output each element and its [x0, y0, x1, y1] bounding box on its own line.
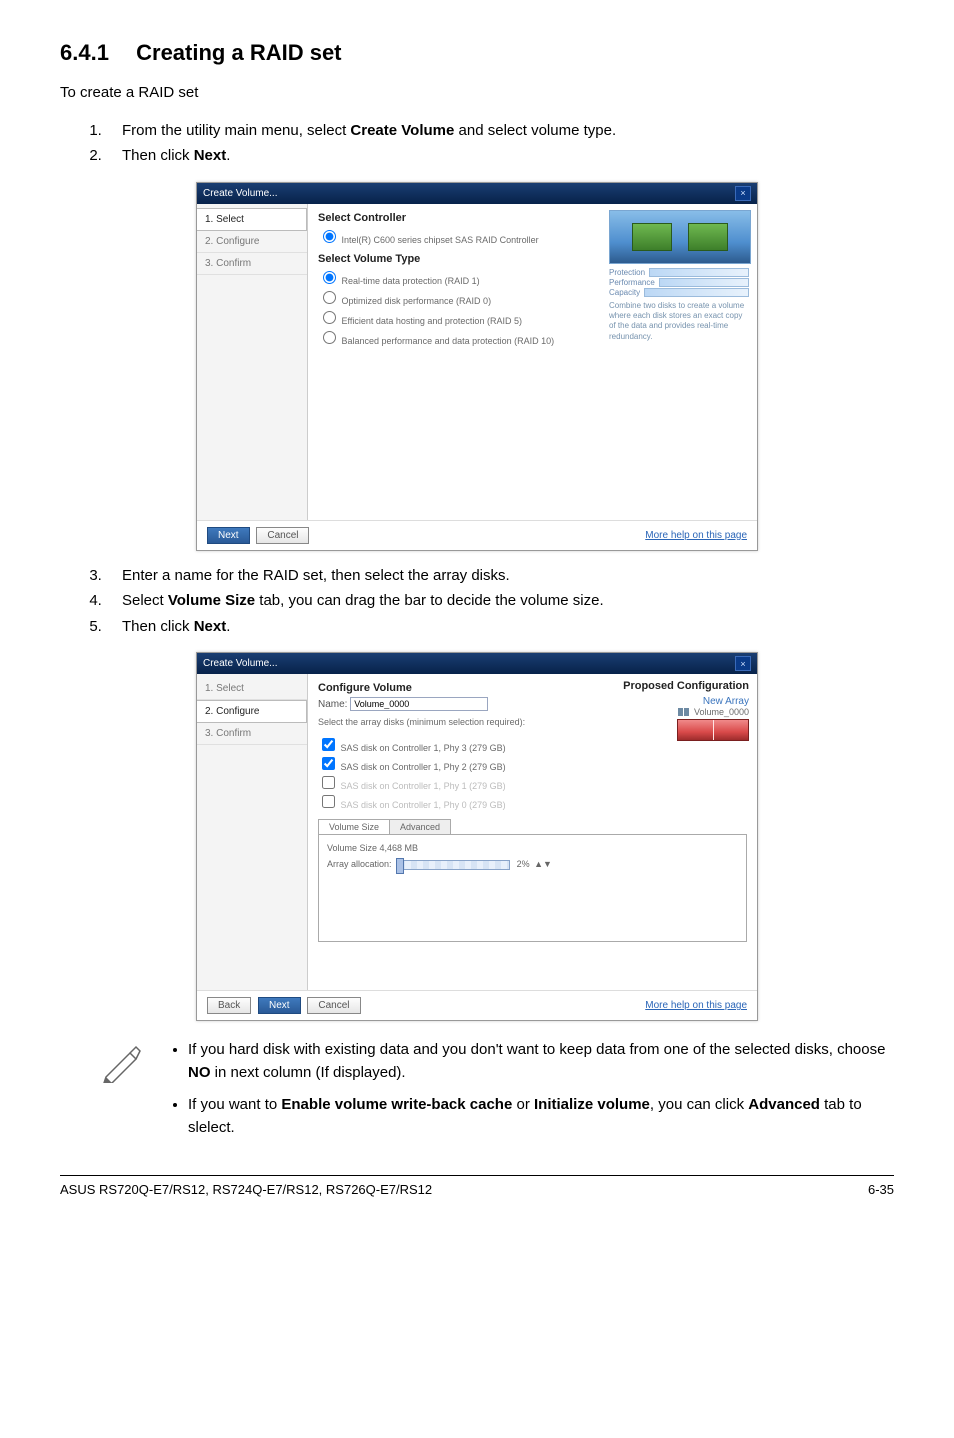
- allocation-slider[interactable]: [398, 860, 510, 870]
- dialog-titlebar: Create Volume... ×: [197, 183, 757, 204]
- step-3: Enter a name for the RAID set, then sele…: [106, 565, 894, 588]
- note-item: If you hard disk with existing data and …: [188, 1039, 894, 1084]
- dialog-content: Select Controller Intel(R) C600 series c…: [308, 204, 757, 520]
- wizard-step-select[interactable]: 1. Select: [197, 208, 307, 231]
- capacity-label: Capacity: [609, 288, 640, 297]
- stepper-icon[interactable]: ▲▼: [534, 859, 552, 869]
- help-link[interactable]: More help on this page: [645, 530, 747, 541]
- disk-list: SAS disk on Controller 1, Phy 3 (279 GB)…: [318, 735, 747, 811]
- step-1: From the utility main menu, select Creat…: [106, 120, 894, 143]
- allocation-percent: 2%: [517, 859, 530, 869]
- volume-type-preview: Protection Performance Capacity Combine …: [609, 210, 749, 343]
- back-button[interactable]: Back: [207, 997, 251, 1014]
- create-volume-dialog-1: Create Volume... × 1. Select 2. Configur…: [196, 182, 758, 551]
- next-button[interactable]: Next: [207, 527, 250, 544]
- steps-list-b: Enter a name for the RAID set, then sele…: [60, 565, 894, 639]
- disk-option[interactable]: SAS disk on Controller 1, Phy 0 (279 GB): [318, 792, 747, 811]
- cancel-button[interactable]: Cancel: [256, 527, 309, 544]
- wizard-step-confirm: 3. Confirm: [197, 253, 307, 275]
- wizard-steps: 1. Select 2. Configure 3. Confirm: [197, 674, 308, 990]
- note-block: If you hard disk with existing data and …: [100, 1039, 894, 1149]
- wizard-step-configure[interactable]: 2. Configure: [197, 700, 307, 723]
- new-array-label: New Array: [609, 696, 749, 707]
- wizard-step-confirm: 3. Confirm: [197, 723, 307, 745]
- wizard-steps: 1. Select 2. Configure 3. Confirm: [197, 204, 308, 520]
- protection-label: Protection: [609, 268, 645, 277]
- heading-number: 6.4.1: [60, 40, 130, 66]
- wizard-step-select: 1. Select: [197, 678, 307, 700]
- raid-diagram-image: [609, 210, 751, 264]
- footer-model: ASUS RS720Q-E7/RS12, RS724Q-E7/RS12, RS7…: [60, 1182, 432, 1197]
- close-icon[interactable]: ×: [735, 656, 751, 671]
- disk-option[interactable]: SAS disk on Controller 1, Phy 1 (279 GB): [318, 773, 747, 792]
- raid-strip-graphic: [677, 719, 749, 741]
- proposed-volume-name: Volume_0000: [694, 707, 749, 717]
- proposed-config-title: Proposed Configuration: [609, 680, 749, 692]
- volume-size-label: Volume Size 4,468 MB: [327, 843, 738, 853]
- disk-option[interactable]: SAS disk on Controller 1, Phy 2 (279 GB): [318, 754, 747, 773]
- proposed-configuration: Proposed Configuration New Array Volume_…: [609, 680, 749, 741]
- heading-title: Creating a RAID set: [136, 40, 341, 65]
- wizard-step-configure: 2. Configure: [197, 231, 307, 253]
- pencil-icon: [100, 1039, 144, 1083]
- dialog-titlebar: Create Volume... ×: [197, 653, 757, 674]
- create-volume-dialog-2: Create Volume... × 1. Select 2. Configur…: [196, 652, 758, 1021]
- cancel-button[interactable]: Cancel: [307, 997, 360, 1014]
- name-label: Name:: [318, 699, 347, 710]
- section-heading: 6.4.1 Creating a RAID set: [60, 40, 894, 66]
- note-item: If you want to Enable volume write-back …: [188, 1094, 894, 1139]
- close-icon[interactable]: ×: [735, 186, 751, 201]
- performance-bar: [659, 278, 749, 287]
- raid-description: Combine two disks to create a volume whe…: [609, 301, 749, 343]
- page-footer: ASUS RS720Q-E7/RS12, RS724Q-E7/RS12, RS7…: [60, 1175, 894, 1197]
- volume-size-pane: Volume Size 4,468 MB Array allocation: 2…: [318, 834, 747, 942]
- tab-volume-size[interactable]: Volume Size: [318, 819, 390, 834]
- help-link[interactable]: More help on this page: [645, 1000, 747, 1011]
- array-allocation-label: Array allocation:: [327, 859, 392, 869]
- step-2: Then click Next.: [106, 145, 894, 168]
- dialog-content: Configure Volume Name: Select the array …: [308, 674, 757, 990]
- volume-name-input[interactable]: [350, 697, 488, 711]
- intro-text: To create a RAID set: [60, 82, 894, 105]
- capacity-bar: [644, 288, 749, 297]
- dialog-title: Create Volume...: [203, 658, 277, 669]
- step-5: Then click Next.: [106, 616, 894, 639]
- footer-page-number: 6-35: [868, 1182, 894, 1197]
- note-list: If you hard disk with existing data and …: [168, 1039, 894, 1149]
- tab-advanced[interactable]: Advanced: [389, 819, 451, 834]
- volume-icon: [678, 707, 690, 717]
- next-button[interactable]: Next: [258, 997, 301, 1014]
- steps-list-a: From the utility main menu, select Creat…: [60, 120, 894, 168]
- controller-radio[interactable]: Intel(R) C600 series chipset SAS RAID Co…: [318, 235, 539, 245]
- step-4: Select Volume Size tab, you can drag the…: [106, 590, 894, 613]
- performance-label: Performance: [609, 278, 655, 287]
- dialog-title: Create Volume...: [203, 188, 277, 199]
- protection-bar: [649, 268, 749, 277]
